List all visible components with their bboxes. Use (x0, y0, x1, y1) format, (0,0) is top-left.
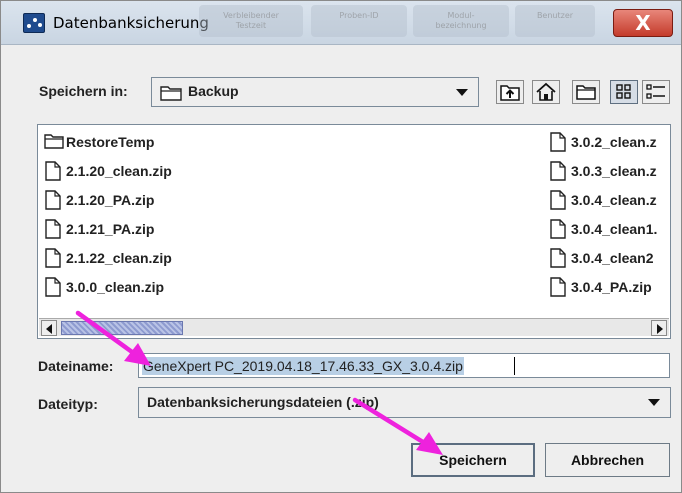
filetype-label: Dateityp: (38, 396, 98, 412)
folder-icon (44, 134, 64, 149)
home-icon (536, 82, 556, 101)
file-name: 2.1.20_PA.zip (66, 192, 155, 208)
file-item[interactable]: 3.0.4_clean.z (549, 189, 670, 211)
new-folder-button[interactable] (572, 80, 600, 104)
file-icon (550, 219, 566, 239)
background-tab-text: Proben-ID (339, 11, 379, 20)
filename-label: Dateiname: (38, 358, 113, 374)
background-tab: Benutzer (515, 5, 595, 37)
file-item[interactable]: 3.0.4_clean1. (549, 218, 670, 240)
file-icon (45, 277, 61, 297)
file-icon (45, 219, 61, 239)
file-name: 2.1.20_clean.zip (66, 163, 172, 179)
file-item[interactable]: 2.1.20_clean.zip (44, 160, 344, 182)
file-name: 3.0.0_clean.zip (66, 279, 165, 295)
file-name: 3.0.3_clean.z (571, 163, 657, 179)
file-item[interactable]: 2.1.22_clean.zip (44, 247, 344, 269)
app-icon (23, 13, 45, 33)
file-item[interactable]: 2.1.20_PA.zip (44, 189, 344, 211)
file-item[interactable]: 3.0.3_clean.z (549, 160, 670, 182)
file-icon (550, 277, 566, 297)
horizontal-scrollbar[interactable] (39, 318, 669, 336)
file-item[interactable]: 3.0.4_clean2 (549, 247, 670, 269)
background-tab-text: Testzeit (235, 21, 267, 30)
folder-item[interactable]: RestoreTemp (44, 131, 344, 153)
background-tab: Verbleibender Testzeit (199, 5, 303, 37)
background-tab-text: bezeichnung (435, 21, 487, 30)
scroll-left-button[interactable] (41, 320, 57, 336)
cancel-button[interactable]: Abbrechen (545, 443, 670, 477)
window-title: Datenbanksicherung (53, 14, 209, 32)
filename-input[interactable]: GeneXpert PC_2019.04.18_17.46.33_GX_3.0.… (138, 353, 670, 378)
close-button[interactable]: X (613, 9, 673, 37)
new-folder-icon (576, 85, 596, 100)
file-item[interactable]: 2.1.21_PA.zip (44, 218, 344, 240)
background-tab-text: Benutzer (536, 11, 574, 20)
file-name: 3.0.4_clean2 (571, 250, 654, 266)
file-name: 2.1.22_clean.zip (66, 250, 172, 266)
title-bar[interactable]: Datenbanksicherung Verbleibender Testzei… (1, 1, 681, 45)
list-view-button[interactable] (610, 80, 638, 104)
home-button[interactable] (532, 80, 560, 104)
file-name: 2.1.21_PA.zip (66, 221, 155, 237)
background-tab-text: Verbleibender (223, 11, 279, 20)
background-tab: Modul- bezeichnung (413, 5, 509, 37)
arrow-right-icon (657, 324, 663, 334)
background-tab-text: Modul- (447, 11, 475, 20)
file-name: 3.0.2_clean.z (571, 134, 657, 150)
file-name: RestoreTemp (66, 134, 155, 150)
file-icon (550, 132, 566, 152)
file-icon (550, 161, 566, 181)
save-in-label: Speichern in: (39, 83, 128, 99)
filetype-value: Datenbanksicherungsdateien (.zip) (147, 394, 379, 410)
filename-value: GeneXpert PC_2019.04.18_17.46.33_GX_3.0.… (142, 357, 464, 375)
file-icon (45, 161, 61, 181)
details-view-icon (646, 84, 665, 99)
text-caret (514, 357, 515, 375)
background-tab: Proben-ID (311, 5, 407, 37)
up-folder-icon (500, 85, 520, 101)
scrollbar-thumb[interactable] (61, 321, 183, 335)
arrow-left-icon (46, 324, 52, 334)
save-in-combobox[interactable]: Backup (151, 77, 479, 107)
filetype-combobox[interactable]: Datenbanksicherungsdateien (.zip) (138, 387, 671, 418)
file-list[interactable]: RestoreTemp 2.1.20_clean.zip 2.1.20_PA.z… (37, 124, 671, 339)
file-item[interactable]: 3.0.4_PA.zip (549, 276, 670, 298)
details-view-button[interactable] (642, 80, 670, 104)
file-name: 3.0.4_PA.zip (571, 279, 652, 295)
folder-icon (160, 86, 182, 101)
chevron-down-icon (456, 89, 468, 96)
scroll-right-button[interactable] (651, 320, 667, 336)
filename-label-text: Dateiname: (38, 358, 114, 374)
list-view-icon (616, 84, 631, 99)
file-icon (45, 190, 61, 210)
file-name: 3.0.4_clean1. (571, 221, 658, 237)
save-button[interactable]: Speichern (411, 443, 535, 477)
up-folder-button[interactable] (496, 80, 524, 104)
save-dialog: Datenbanksicherung Verbleibender Testzei… (0, 0, 682, 493)
chevron-down-icon (648, 399, 660, 406)
save-in-value: Backup (188, 83, 239, 99)
file-item[interactable]: 3.0.2_clean.z (549, 131, 670, 153)
file-icon (550, 190, 566, 210)
file-icon (45, 248, 61, 268)
file-name: 3.0.4_clean.z (571, 192, 657, 208)
file-icon (550, 248, 566, 268)
file-item[interactable]: 3.0.0_clean.zip (44, 276, 344, 298)
